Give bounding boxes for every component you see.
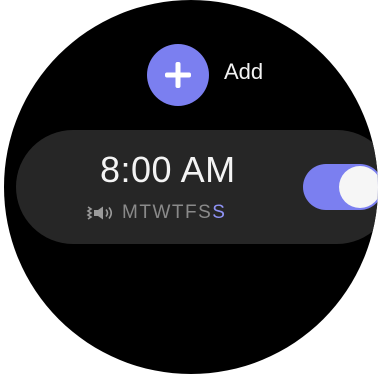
day-monday: M (122, 202, 140, 223)
plus-icon (165, 62, 191, 88)
day-friday: F (184, 202, 199, 223)
vibrate-sound-icon (86, 205, 116, 221)
alarm-details: M T W T F S S (86, 200, 226, 226)
day-thursday: T (171, 202, 185, 223)
day-wednesday: W (152, 202, 172, 223)
alarm-time: 8:00 AM (100, 149, 236, 190)
day-sunday: S (212, 202, 227, 223)
alarm-item[interactable]: 8:00 AM M T W T F S S (16, 130, 378, 244)
alarm-toggle[interactable] (303, 164, 378, 210)
add-label[interactable]: Add (224, 58, 263, 86)
toggle-knob (339, 166, 378, 208)
repeat-days: M T W T F S S (122, 201, 226, 225)
day-tuesday: T (139, 202, 153, 223)
add-alarm-button[interactable] (147, 44, 209, 106)
day-saturday: S (198, 202, 213, 223)
watch-screen: Add 8:00 AM M T W T F S S (4, 0, 378, 374)
